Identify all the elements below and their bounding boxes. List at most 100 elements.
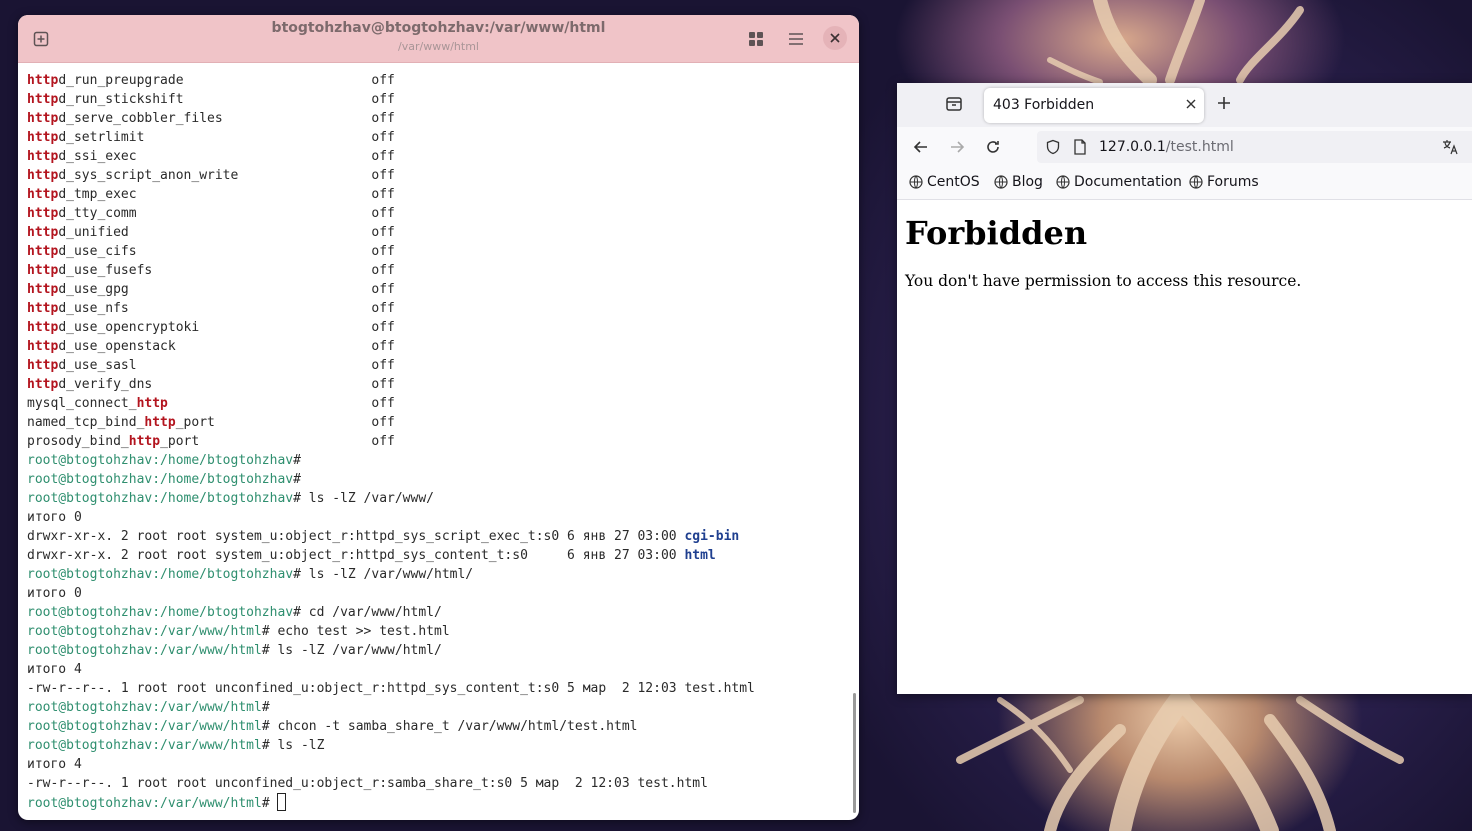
output-text: итого 0 [27, 586, 82, 601]
browser-navbar: 127.0.0.1/test.html [897, 127, 1472, 167]
search-highlight: http [27, 187, 59, 202]
boolean-prefix: prosody_bind_ [27, 434, 129, 449]
boolean-value: off [371, 415, 395, 430]
bookmark-label: Blog [1012, 174, 1043, 190]
search-highlight: http [27, 206, 59, 221]
terminal-line: -rw-r--r--. 1 root root unconfined_u:obj… [27, 774, 859, 793]
forward-button[interactable] [947, 137, 967, 157]
shell-command: # ls -lZ /var/www/html/ [261, 643, 442, 658]
bookmark-label: CentOS [927, 174, 980, 190]
firefox-view-icon [946, 97, 962, 111]
search-highlight: http [27, 111, 59, 126]
search-highlight: http [27, 225, 59, 240]
shell-command: # chcon -t samba_share_t /var/www/html/t… [261, 719, 638, 734]
reload-icon [987, 141, 999, 153]
terminal-line: mysql_connect_http off [27, 394, 859, 413]
output-text: -rw-r--r--. 1 root root unconfined_u:obj… [27, 681, 755, 696]
shell-command: # ls -lZ /var/www/html/ [293, 567, 474, 582]
terminal-line: httpd_run_stickshift off [27, 90, 859, 109]
shell-command: # ls -lZ /var/www/ [293, 491, 434, 506]
boolean-value: off [371, 377, 395, 392]
boolean-value: off [371, 92, 395, 107]
terminal-line: httpd_use_opencryptoki off [27, 318, 859, 337]
shell-prompt: root@btogtohzhav:/var/www/html [27, 624, 262, 639]
page-content: Forbidden You don't have permission to a… [897, 200, 1472, 300]
boolean-suffix: d_run_stickshift [58, 92, 184, 107]
boolean-suffix: d_use_opencryptoki [58, 320, 200, 335]
shell-prompt: root@btogtohzhav:/var/www/html [27, 643, 262, 658]
shell-command: # [261, 796, 278, 811]
new-tab-button[interactable] [1217, 93, 1231, 113]
menu-button[interactable] [785, 28, 807, 50]
shell-prompt: root@btogtohzhav:/home/btogtohzhav [27, 472, 294, 487]
translate-icon[interactable] [1441, 138, 1459, 156]
terminal-line: root@btogtohzhav:/home/btogtohzhav# [27, 470, 859, 489]
url-path: /test.html [1165, 139, 1234, 155]
overview-button[interactable] [745, 28, 767, 50]
search-highlight: http [128, 434, 161, 449]
terminal-line: root@btogtohzhav:/var/www/html# ls -lZ [27, 736, 859, 755]
shell-prompt: root@btogtohzhav:/home/btogtohzhav [27, 605, 294, 620]
boolean-suffix: _port [175, 415, 215, 430]
close-button[interactable] [823, 26, 847, 50]
terminal-scrollbar[interactable] [853, 693, 856, 813]
boolean-value: off [371, 263, 395, 278]
shell-command: # [293, 453, 309, 468]
terminal-line: httpd_verify_dns off [27, 375, 859, 394]
terminal-line: root@btogtohzhav:/var/www/html# echo tes… [27, 622, 859, 641]
terminal-line: httpd_sys_script_anon_write off [27, 166, 859, 185]
output-text: -rw-r--r--. 1 root root unconfined_u:obj… [27, 776, 708, 791]
boolean-value: off [371, 111, 395, 126]
boolean-value: off [371, 73, 395, 88]
terminal-output[interactable]: httpd_run_preupgrade off httpd_run_sticks… [27, 71, 859, 820]
bookmark-blog[interactable]: Blog [994, 174, 1043, 190]
tab-active[interactable]: 403 Forbidden [984, 88, 1204, 123]
terminal-subtitle: /var/www/html [398, 40, 479, 53]
shell-command: # [293, 472, 309, 487]
bookmark-forums[interactable]: Forums [1189, 174, 1259, 190]
shell-prompt: root@btogtohzhav:/var/www/html [27, 700, 262, 715]
shell-prompt: root@btogtohzhav:/var/www/html [27, 719, 262, 734]
bookmark-documentation[interactable]: Documentation [1056, 174, 1182, 190]
terminal-line: httpd_use_openstack off [27, 337, 859, 356]
search-highlight: http [27, 130, 59, 145]
output-text: итого 4 [27, 662, 82, 677]
boolean-suffix: d_use_cifs [58, 244, 137, 259]
boolean-value: off [371, 206, 395, 221]
directory-name: cgi-bin [684, 529, 740, 544]
boolean-suffix: _port [160, 434, 200, 449]
close-icon [1186, 99, 1196, 109]
plus-icon [1218, 97, 1230, 109]
tab-close-button[interactable] [1186, 97, 1196, 113]
terminal-line: httpd_ssi_exec off [27, 147, 859, 166]
terminal-line: root@btogtohzhav:/home/btogtohzhav# ls -… [27, 489, 859, 508]
firefox-view-button[interactable] [945, 95, 965, 115]
browser-tabbar: 403 Forbidden [897, 83, 1472, 127]
boolean-suffix: d_tty_comm [58, 206, 137, 221]
page-icon [1074, 139, 1086, 155]
url-bar[interactable]: 127.0.0.1/test.html [1037, 131, 1472, 163]
shell-command: # ls -lZ [261, 738, 325, 753]
search-highlight: http [27, 73, 59, 88]
boolean-value: off [371, 301, 395, 316]
bookmark-centos[interactable]: CentOS [909, 174, 980, 190]
boolean-value: off [371, 130, 395, 145]
reload-button[interactable] [983, 137, 1003, 157]
terminal-line: root@btogtohzhav:/var/www/html# [27, 698, 859, 717]
terminal-line: drwxr-xr-x. 2 root root system_u:object_… [27, 546, 859, 565]
back-button[interactable] [911, 137, 931, 157]
boolean-suffix: d_setrlimit [58, 130, 145, 145]
shell-prompt: root@btogtohzhav:/home/btogtohzhav [27, 567, 294, 582]
ls-entry: drwxr-xr-x. 2 root root system_u:object_… [27, 529, 685, 544]
search-highlight: http [136, 396, 168, 411]
terminal-line: root@btogtohzhav:/var/www/html# ls -lZ /… [27, 641, 859, 660]
boolean-suffix: d_use_openstack [58, 339, 176, 354]
boolean-suffix: d_ssi_exec [58, 149, 137, 164]
boolean-value: off [371, 149, 395, 164]
boolean-value: off [371, 434, 395, 449]
terminal-line: named_tcp_bind_http_port off [27, 413, 859, 432]
terminal-titlebar[interactable]: btogtohzhav@btogtohzhav:/var/www/html /v… [18, 15, 859, 63]
boolean-suffix: d_use_sasl [58, 358, 137, 373]
boolean-value: off [371, 187, 395, 202]
shell-prompt: root@btogtohzhav:/var/www/html [27, 796, 262, 811]
